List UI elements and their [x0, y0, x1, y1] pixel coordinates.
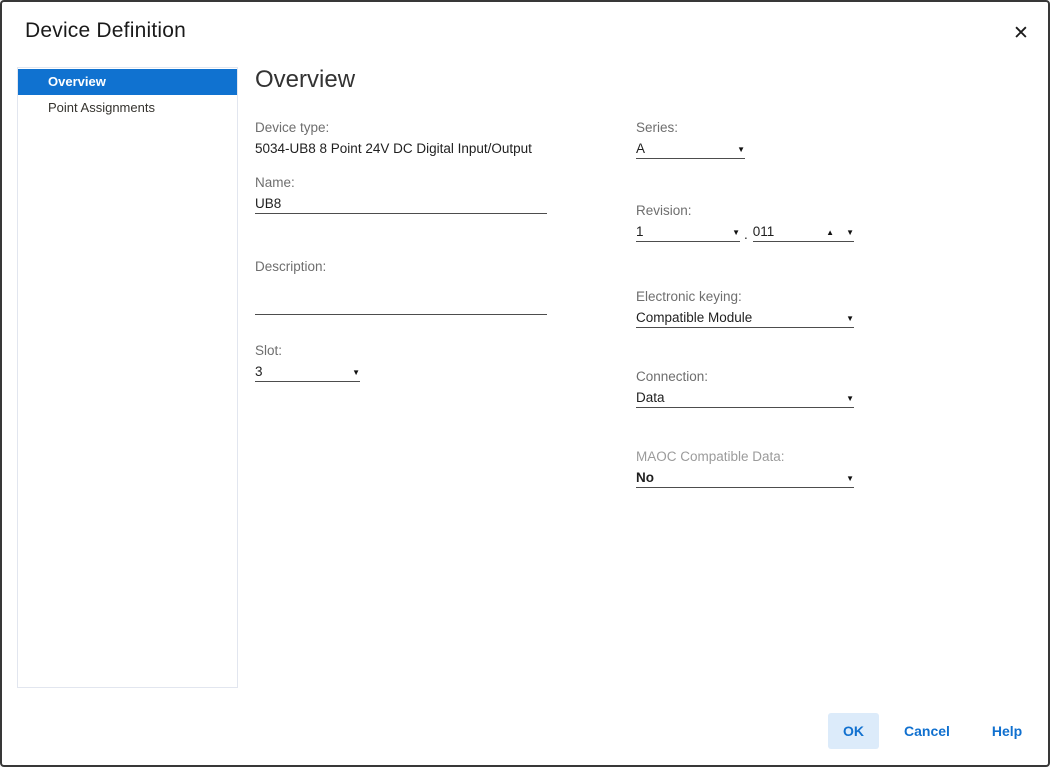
device-type-label: Device type:: [255, 118, 547, 137]
maoc-compatible-data-label: MAOC Compatible Data:: [636, 447, 854, 466]
connection-dropdown[interactable]: Data ▼: [636, 388, 854, 408]
series-field: Series: A ▼: [636, 118, 745, 159]
maoc-compatible-data-value: No: [636, 470, 654, 486]
ok-button[interactable]: OK: [828, 713, 879, 749]
series-label: Series:: [636, 118, 745, 137]
revision-minor-value: 011: [753, 224, 775, 240]
maoc-compatible-data-field: MAOC Compatible Data: No ▼: [636, 447, 854, 488]
revision-major-dropdown[interactable]: 1 ▼: [636, 222, 740, 242]
revision-major-value: 1: [636, 224, 644, 240]
name-input[interactable]: UB8: [255, 194, 547, 214]
revision-separator: .: [744, 228, 748, 242]
electronic-keying-dropdown[interactable]: Compatible Module ▼: [636, 308, 854, 328]
chevron-down-icon: ▼: [737, 143, 745, 157]
slot-value: 3: [255, 364, 263, 380]
spin-down-icon[interactable]: ▼: [846, 226, 854, 240]
connection-label: Connection:: [636, 367, 854, 386]
maoc-compatible-data-dropdown[interactable]: No ▼: [636, 468, 854, 488]
description-label: Description:: [255, 257, 547, 276]
series-dropdown[interactable]: A ▼: [636, 139, 745, 159]
electronic-keying-field: Electronic keying: Compatible Module ▼: [636, 287, 854, 328]
chevron-down-icon: ▼: [846, 472, 854, 486]
sidebar-item-point-assignments[interactable]: Point Assignments: [18, 95, 237, 121]
device-type-value: 5034-UB8 8 Point 24V DC Digital Input/Ou…: [255, 139, 547, 158]
dialog-title: Device Definition: [25, 19, 186, 43]
slot-label: Slot:: [255, 341, 360, 360]
slot-field: Slot: 3 ▼: [255, 341, 360, 382]
description-field: Description:: [255, 257, 547, 315]
name-value: UB8: [255, 196, 281, 212]
chevron-down-icon: ▼: [846, 312, 854, 326]
revision-minor-spinner[interactable]: 011 ▲ ▼: [753, 222, 854, 242]
close-icon[interactable]: ✕: [1008, 20, 1034, 46]
sidebar-item-overview[interactable]: Overview: [18, 69, 237, 95]
revision-label: Revision:: [636, 201, 854, 220]
chevron-down-icon: ▼: [732, 226, 740, 240]
revision-field: Revision: 1 ▼ . 011 ▲ ▼: [636, 201, 854, 242]
electronic-keying-value: Compatible Module: [636, 310, 752, 326]
description-input[interactable]: [255, 295, 547, 315]
series-value: A: [636, 141, 645, 157]
spin-up-icon[interactable]: ▲: [826, 226, 834, 240]
name-field: Name: UB8: [255, 173, 547, 214]
cancel-button[interactable]: Cancel: [896, 713, 958, 749]
name-label: Name:: [255, 173, 547, 192]
device-definition-dialog: Device Definition ✕ Overview Point Assig…: [0, 0, 1050, 767]
page-title: Overview: [255, 66, 355, 94]
help-button[interactable]: Help: [978, 713, 1036, 749]
chevron-down-icon: ▼: [846, 392, 854, 406]
connection-field: Connection: Data ▼: [636, 367, 854, 408]
chevron-down-icon: ▼: [352, 366, 360, 380]
sidebar: Overview Point Assignments: [17, 67, 238, 688]
electronic-keying-label: Electronic keying:: [636, 287, 854, 306]
connection-value: Data: [636, 390, 665, 406]
device-type-field: Device type: 5034-UB8 8 Point 24V DC Dig…: [255, 118, 547, 158]
slot-dropdown[interactable]: 3 ▼: [255, 362, 360, 382]
